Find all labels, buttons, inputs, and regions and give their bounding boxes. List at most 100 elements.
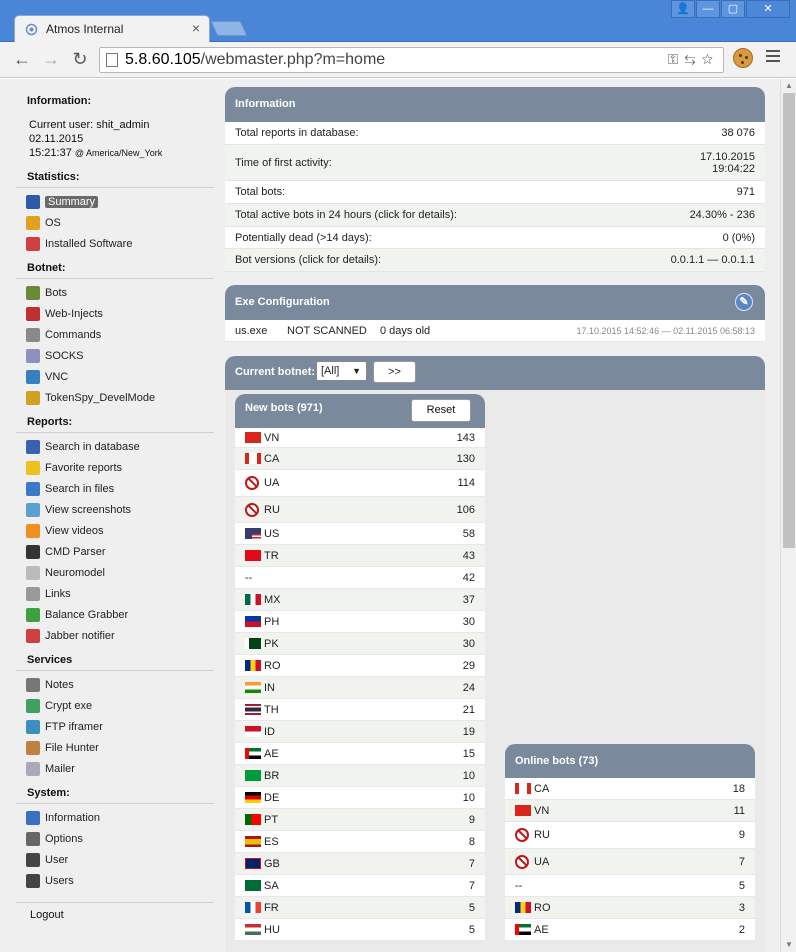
- exe-row: us.exe NOT SCANNED 0 days old 17.10.2015…: [225, 320, 765, 342]
- logout-link[interactable]: Logout: [30, 909, 64, 921]
- sidebar-item-label[interactable]: Mailer: [45, 763, 75, 775]
- sidebar-item-label[interactable]: Bots: [45, 287, 67, 299]
- sidebar-item-label[interactable]: Web-Injects: [45, 308, 103, 320]
- bot-count: 7: [468, 857, 475, 870]
- sidebar-item-notes[interactable]: Notes: [26, 676, 74, 693]
- sidebar-item-label[interactable]: Options: [45, 833, 83, 845]
- scroll-up-arrow-icon[interactable]: ▲: [781, 79, 796, 93]
- info-row-active-bots[interactable]: Total active bots in 24 hours (click for…: [225, 204, 765, 227]
- sidebar-item-label[interactable]: Installed Software: [45, 238, 132, 250]
- sidebar-item-installed-software[interactable]: Installed Software: [26, 235, 132, 252]
- sidebar-item-label[interactable]: Favorite reports: [45, 462, 122, 474]
- sidebar-item-os[interactable]: OS: [26, 214, 61, 231]
- bot-count: 106: [456, 503, 475, 516]
- sidebar-item-label[interactable]: User: [45, 854, 68, 866]
- sidebar-item-bots[interactable]: Bots: [26, 284, 67, 301]
- sidebar-item-label[interactable]: View videos: [45, 525, 104, 537]
- sidebar-item-label[interactable]: Commands: [45, 329, 101, 341]
- sidebar-item-label[interactable]: VNC: [45, 371, 68, 383]
- bot-count: 9: [468, 813, 475, 826]
- browser-tab[interactable]: Atmos Internal ×: [14, 15, 210, 43]
- country-code: BR: [264, 769, 280, 782]
- info-row-bot-versions[interactable]: Bot versions (click for details): 0.0.1.…: [225, 249, 765, 272]
- scroll-down-arrow-icon[interactable]: ▼: [781, 938, 796, 952]
- profile-button[interactable]: 👤: [671, 0, 695, 18]
- sidebar-item-label[interactable]: CMD Parser: [45, 546, 106, 558]
- sidebar-item-label[interactable]: Neuromodel: [45, 567, 105, 579]
- sidebar-item-users[interactable]: Users: [26, 872, 74, 889]
- page-content: Information: Current user: shit_admin 02…: [0, 79, 780, 952]
- botnet-go-button[interactable]: >>: [373, 361, 416, 383]
- sidebar-item-label[interactable]: Jabber notifier: [45, 630, 115, 642]
- sidebar-item-file-hunter[interactable]: File Hunter: [26, 739, 99, 756]
- sidebar-item-view-screenshots[interactable]: View screenshots: [26, 501, 131, 518]
- sidebar-item-label[interactable]: Links: [45, 588, 71, 600]
- sidebar-item-label[interactable]: View screenshots: [45, 504, 131, 516]
- table-row: ID 19: [235, 721, 485, 743]
- tab-close-icon[interactable]: ×: [192, 20, 200, 36]
- key-icon[interactable]: ⚿: [668, 51, 685, 67]
- sidebar-item-tokenspy-develmode[interactable]: TokenSpy_DevelMode: [26, 389, 155, 406]
- sidebar-item-user[interactable]: User: [26, 851, 68, 868]
- sidebar-item-search-in-files[interactable]: Search in files: [26, 480, 114, 497]
- close-window-button[interactable]: ✕: [746, 0, 790, 18]
- sidebar-item-vnc[interactable]: VNC: [26, 368, 68, 385]
- sidebar-item-label[interactable]: Balance Grabber: [45, 609, 128, 621]
- browser-menu-icon[interactable]: [766, 50, 780, 64]
- sidebar-item-label[interactable]: File Hunter: [45, 742, 99, 754]
- sidebar-item-ftp-iframer[interactable]: FTP iframer: [26, 718, 103, 735]
- sidebar-item-label[interactable]: Crypt exe: [45, 700, 92, 712]
- sidebar-item-favorite-reports[interactable]: Favorite reports: [26, 459, 122, 476]
- info-icon: [26, 810, 40, 825]
- bot-count: 15: [462, 747, 475, 760]
- table-row: UA 7: [505, 849, 755, 875]
- sidebar-item-label[interactable]: OS: [45, 217, 61, 229]
- sidebar-item-socks[interactable]: SOCKS: [26, 347, 84, 364]
- sidebar-item-search-in-database[interactable]: Search in database: [26, 438, 140, 455]
- reload-icon[interactable]: ↻: [68, 48, 92, 72]
- cookie-extension-icon[interactable]: [733, 48, 753, 68]
- scroll-thumb[interactable]: [783, 93, 795, 548]
- maximize-button[interactable]: ▢: [721, 0, 745, 18]
- minimize-button[interactable]: —: [696, 0, 720, 18]
- sidebar-item-label[interactable]: Notes: [45, 679, 74, 691]
- sidebar-item-summary[interactable]: Summary: [26, 193, 99, 210]
- bot-count: 9: [738, 829, 745, 841]
- sidebar-item-web-injects[interactable]: Web-Injects: [26, 305, 103, 322]
- sidebar-item-label[interactable]: FTP iframer: [45, 721, 103, 733]
- sidebar-item-label[interactable]: TokenSpy_DevelMode: [45, 392, 155, 404]
- sidebar-item-mailer[interactable]: Mailer: [26, 760, 75, 777]
- commands-icon: [26, 327, 40, 342]
- folder-icon: [26, 481, 40, 496]
- sidebar-item-jabber-notifier[interactable]: Jabber notifier: [26, 627, 115, 644]
- reset-button[interactable]: Reset: [411, 399, 471, 422]
- botnet-select[interactable]: [All] ▼: [316, 361, 367, 381]
- sidebar-item-commands[interactable]: Commands: [26, 326, 101, 343]
- sidebar-item-label[interactable]: Information: [45, 812, 100, 824]
- wrench-icon[interactable]: ✎: [735, 293, 753, 311]
- translate-icon[interactable]: ⇆: [684, 51, 701, 67]
- sidebar-item-label[interactable]: Users: [45, 875, 74, 887]
- sidebar-item-view-videos[interactable]: View videos: [26, 522, 104, 539]
- table-row: VN 11: [505, 800, 755, 822]
- sidebar-item-information[interactable]: Information: [26, 809, 100, 826]
- bookmark-star-icon[interactable]: ☆: [702, 51, 719, 67]
- sidebar-item-crypt-exe[interactable]: Crypt exe: [26, 697, 92, 714]
- database-icon: [26, 439, 40, 454]
- sidebar-item-label[interactable]: SOCKS: [45, 350, 84, 362]
- vertical-scrollbar[interactable]: ▲ ▼: [780, 79, 796, 952]
- sidebar-item-label[interactable]: Summary: [45, 195, 99, 208]
- sidebar-item-cmd-parser[interactable]: CMD Parser: [26, 543, 106, 560]
- address-bar[interactable]: 5.8.60.105/webmaster.php?m=home ⚿⇆☆: [99, 47, 724, 73]
- sidebar-item-label[interactable]: Search in files: [45, 483, 114, 495]
- sidebar-item-links[interactable]: Links: [26, 585, 71, 602]
- sidebar-item-neuromodel[interactable]: Neuromodel: [26, 564, 105, 581]
- sidebar-item-balance-grabber[interactable]: Balance Grabber: [26, 606, 128, 623]
- sidebar-item-options[interactable]: Options: [26, 830, 83, 847]
- information-panel-title: Information: [225, 87, 765, 122]
- online-bots-title: Online bots (73): [515, 755, 599, 767]
- forward-arrow-icon[interactable]: →: [39, 48, 63, 72]
- new-tab-button[interactable]: [210, 21, 248, 36]
- back-arrow-icon[interactable]: ←: [10, 48, 34, 72]
- sidebar-item-label[interactable]: Search in database: [45, 441, 140, 453]
